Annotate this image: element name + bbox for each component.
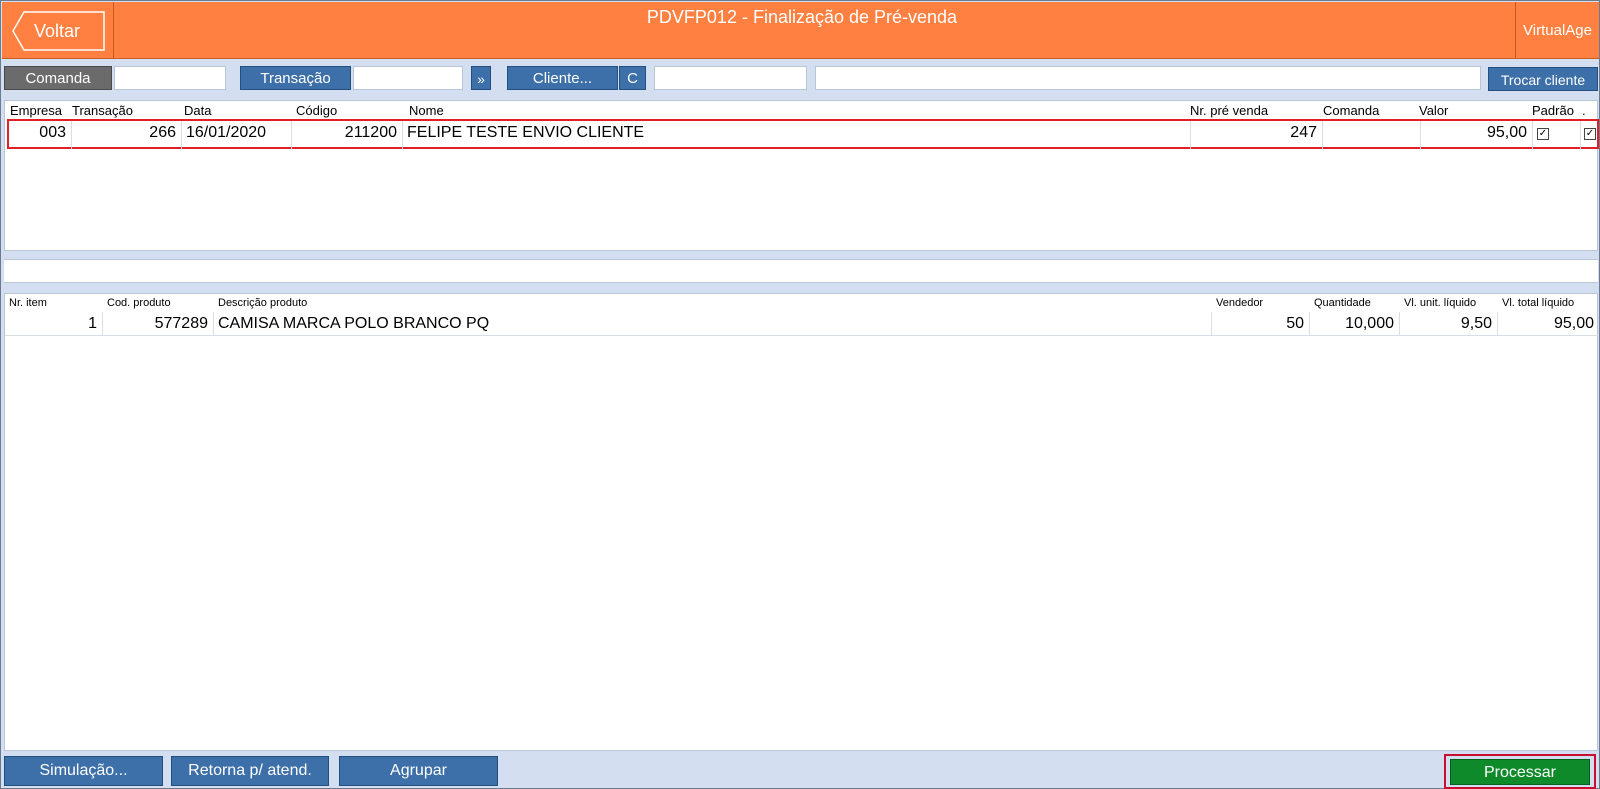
col-descricao: Descrição produto [218, 297, 308, 309]
agrupar-button[interactable]: Agrupar [339, 756, 498, 786]
order-row[interactable]: 003 266 16/01/2020 211200 FELIPE TESTE E… [7, 119, 1599, 149]
processar-button[interactable]: Processar [1450, 759, 1590, 785]
col-data: Data [184, 103, 212, 118]
cell-padrao: ✓ [1533, 121, 1581, 149]
transacao-input[interactable] [353, 66, 463, 90]
cliente-name-input[interactable] [815, 66, 1481, 90]
cliente-code-button[interactable]: C [619, 66, 646, 90]
cell-valor: 95,00 [1421, 121, 1533, 149]
orders-grid: Empresa Transação Data Código Nome Nr. p… [4, 100, 1599, 251]
items-header: Nr. item Cod. produto Descrição produto … [5, 294, 1597, 312]
col-nr-item: Nr. item [9, 297, 47, 309]
page-title: PDVFP012 - Finalização de Pré-venda [646, 7, 958, 27]
trocar-cliente-button[interactable]: Trocar cliente [1488, 67, 1598, 91]
transacao-button[interactable]: Transação [240, 66, 351, 90]
cell-cod-produto: 577289 [103, 312, 214, 336]
back-button[interactable]: Voltar [12, 11, 105, 51]
cell-nr-item: 1 [5, 312, 103, 336]
window-frame: Voltar PDVFP012 - Finalização de Pré-ven… [0, 0, 1600, 789]
col-cod-produto: Cod. produto [107, 297, 171, 309]
col-codigo: Código [296, 103, 338, 118]
separator-strip [4, 259, 1598, 283]
cliente-button[interactable]: Cliente... [507, 66, 618, 90]
col-vl-total: Vl. total líquido [1502, 297, 1575, 309]
orders-header: Empresa Transação Data Código Nome Nr. p… [5, 101, 1597, 119]
back-button-label: Voltar [34, 21, 81, 41]
col-nr-pre-venda: Nr. pré venda [1190, 103, 1269, 118]
header-bar: Voltar PDVFP012 - Finalização de Pré-ven… [2, 2, 1599, 59]
retorna-button[interactable]: Retorna p/ atend. [171, 756, 329, 786]
select-checkbox[interactable]: ✓ [1584, 128, 1596, 140]
cell-sel: ✓ [1581, 121, 1599, 149]
padrao-checkbox[interactable]: ✓ [1537, 128, 1549, 140]
col-sel: . [1582, 103, 1586, 118]
cell-empresa: 003 [9, 121, 72, 149]
cell-nr-pre-venda: 247 [1191, 121, 1323, 149]
col-quantidade: Quantidade [1314, 297, 1371, 309]
cliente-code-input[interactable] [654, 66, 807, 90]
cell-data: 16/01/2020 [182, 121, 292, 149]
items-grid: Nr. item Cod. produto Descrição produto … [4, 293, 1599, 751]
cell-comanda [1323, 121, 1421, 149]
brand-label: VirtualAge [1515, 2, 1599, 59]
cell-vl-total: 95,00 [1553, 315, 1594, 332]
col-vendedor: Vendedor [1216, 297, 1264, 309]
col-padrao: Padrão [1532, 103, 1574, 118]
processar-highlight: Processar [1444, 754, 1596, 789]
forward-button[interactable]: » [471, 66, 491, 90]
cell-vl-unit: 9,50 [1400, 312, 1498, 336]
col-empresa: Empresa [10, 103, 63, 118]
col-transacao: Transação [72, 103, 133, 118]
col-vl-unit: Vl. unit. líquido [1404, 297, 1477, 309]
cell-vendedor: 50 [1212, 312, 1310, 336]
simulacao-button[interactable]: Simulação... [4, 756, 163, 786]
item-row[interactable]: 1 577289 CAMISA MARCA POLO BRANCO PQ 50 … [5, 312, 1599, 336]
col-comanda: Comanda [1323, 103, 1380, 118]
cell-quantidade: 10,000 [1310, 312, 1400, 336]
comanda-button[interactable]: Comanda [4, 66, 112, 90]
cell-transacao: 266 [72, 121, 182, 149]
comanda-input[interactable] [114, 66, 226, 90]
cell-descricao: CAMISA MARCA POLO BRANCO PQ [214, 312, 1212, 336]
cell-codigo: 211200 [292, 121, 403, 149]
col-valor: Valor [1419, 103, 1449, 118]
cell-nome: FELIPE TESTE ENVIO CLIENTE [403, 121, 1191, 149]
col-nome: Nome [409, 103, 444, 118]
back-area: Voltar [2, 2, 114, 59]
